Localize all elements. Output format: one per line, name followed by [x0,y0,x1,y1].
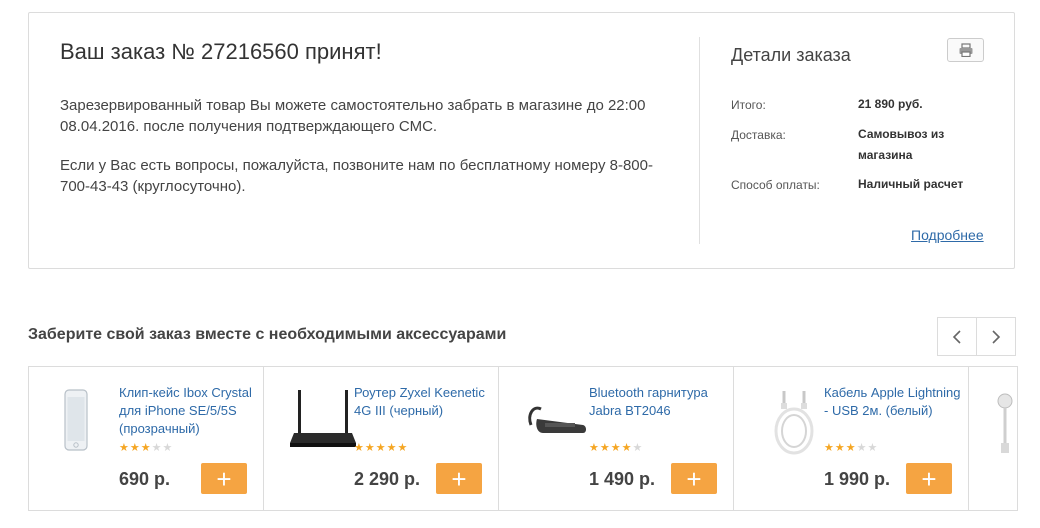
printer-icon [959,43,972,57]
contact-message: Если у Вас есть вопросы, пожалуйста, поз… [60,157,653,195]
add-to-cart-button[interactable]: + [436,463,482,494]
star-icon: ★ [375,442,387,454]
star-icon: ★ [632,442,644,454]
headset-image[interactable] [523,385,595,457]
router-image[interactable] [288,385,360,457]
product-price: 1 990 р. [824,469,891,489]
order-title: Ваш заказ № 27216560 принят! [60,39,382,64]
divider [699,37,700,244]
product-price: 1 490 р. [589,469,656,489]
product-name-link[interactable]: Bluetooth гарнитура Jabra BT2046 [589,384,729,440]
carousel-next-button[interactable] [976,318,1015,355]
product-price: 2 290 р. [354,469,421,489]
more-details-link[interactable]: Подробнее [911,227,984,243]
star-icon: ★ [386,442,398,454]
star-icon: ★ [397,442,409,454]
pickup-message: Зарезервированный товар Вы можете самост… [60,97,646,135]
product-name-link[interactable]: Кабель Apple Lightning - USB 2м. (белый) [824,384,964,440]
product-card: Bluetooth гарнитура Jabra BT2046 ★★★★★ 1… [499,367,734,510]
product-rating: ★★★★★ [589,441,643,454]
product-rating: ★★★★★ [119,441,173,454]
payment-label: Способ оплаты: [731,178,820,192]
product-card: Клип-кейс Ibox Crystal для iPhone SE/5/5… [29,367,264,510]
accessories-title: Заберите свой заказ вместе с необходимым… [28,326,507,343]
star-icon: ★ [599,442,611,454]
product-price: 690 р. [119,469,171,489]
chevron-left-icon [952,329,961,344]
product-card: Кабель Apple Lightning - USB 2м. (белый)… [734,367,969,510]
total-value: 21 890 руб. [858,97,923,111]
star-icon: ★ [364,442,376,454]
star-icon: ★ [151,442,163,454]
phone-case-image[interactable] [53,385,125,457]
print-button[interactable] [947,38,984,62]
star-icon: ★ [162,442,174,454]
accessories-carousel: Клип-кейс Ibox Crystal для iPhone SE/5/5… [28,366,1018,511]
star-icon: ★ [824,442,835,454]
product-rating: ★★★★★ [354,441,408,454]
order-details-title: Детали заказа [731,45,851,65]
product-name-link[interactable]: Клип-кейс Ibox Crystal для iPhone SE/5/5… [119,384,259,440]
product-rating: ★★★★★ [824,441,878,454]
star-icon: ★ [856,442,868,454]
delivery-value: Самовывоз из магазина [858,127,945,162]
star-icon: ★ [621,442,633,454]
delivery-label: Доставка: [731,128,786,142]
product-card-partial [969,367,1018,510]
add-to-cart-button[interactable]: + [671,463,717,494]
chevron-right-icon [992,329,1001,344]
payment-value: Наличный расчет [858,177,964,191]
star-icon: ★ [119,442,130,454]
add-to-cart-button[interactable]: + [201,463,247,494]
star-icon: ★ [834,442,846,454]
product-name-link[interactable]: Роутер Zyxel Keenetic 4G III (черный) [354,384,494,440]
star-icon: ★ [845,442,857,454]
add-to-cart-button[interactable]: + [906,463,952,494]
star-icon: ★ [610,442,622,454]
star-icon: ★ [140,442,152,454]
carousel-prev-button[interactable] [938,318,976,355]
star-icon: ★ [354,442,365,454]
order-confirmation-card: Ваш заказ № 27216560 принят! Зарезервиро… [28,12,1015,269]
total-label: Итого: [731,98,766,112]
carousel-nav [937,317,1016,356]
cable-image[interactable] [758,385,830,457]
star-icon: ★ [867,442,879,454]
star-icon: ★ [129,442,141,454]
earphones-image[interactable] [991,385,1018,457]
product-card: Роутер Zyxel Keenetic 4G III (черный) ★★… [264,367,499,510]
star-icon: ★ [589,442,600,454]
